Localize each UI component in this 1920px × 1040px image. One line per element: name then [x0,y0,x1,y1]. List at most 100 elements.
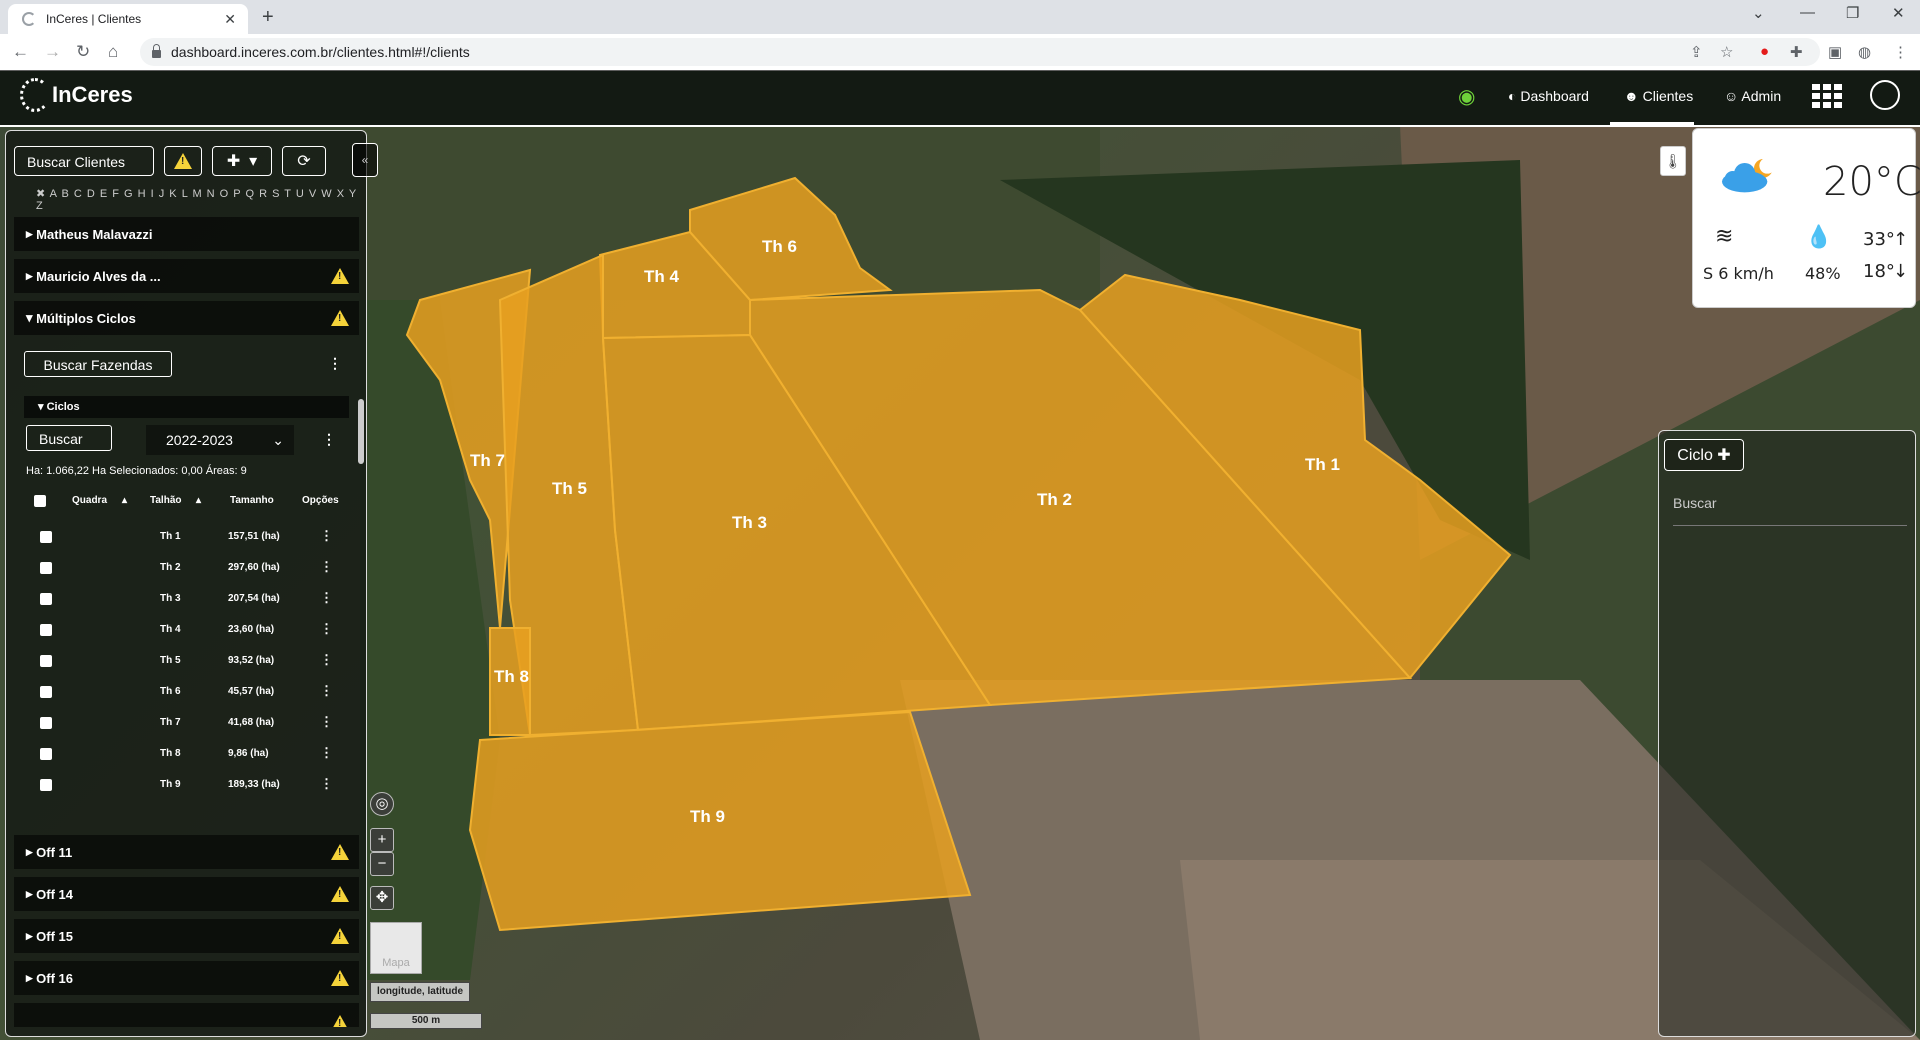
collapse-sidebar-button[interactable]: « [352,143,378,177]
add-dropdown-button[interactable]: ✚ ▾ [212,146,272,176]
table-row[interactable]: Th 3 207,54 (ha) ⋮ [30,585,350,616]
farm-row[interactable]: ▸ Off 16 [14,961,359,995]
side-panel-icon[interactable]: ▣ [1828,43,1842,61]
farm-row[interactable]: ▸ Off 14 [14,877,359,911]
kebab-menu-icon[interactable]: ⋮ [320,683,333,699]
client-row[interactable]: ▸ Matheus Malavazzi [14,217,359,251]
home-icon[interactable]: ⌂ [108,42,118,62]
kebab-menu-icon[interactable]: ⋮ [320,559,333,575]
alphabet-filter[interactable]: ✖ A B C D E F G H I J K L M N O P Q R S … [36,187,366,212]
warning-icon [174,153,192,169]
table-row[interactable]: Th 6 45,57 (ha) ⋮ [30,678,350,709]
chrome-menu-icon[interactable]: ⋮ [1893,43,1908,61]
extensions-icon[interactable]: ✚ [1790,43,1803,61]
kebab-menu-icon[interactable]: ⋮ [322,431,336,448]
close-tab-icon[interactable]: ✕ [224,11,236,28]
app-header: InCeres ◉ ◐ Dashboard ☻ Clientes ☺ Admin [0,70,1920,127]
user-account-icon[interactable] [1870,80,1900,110]
kebab-menu-icon[interactable]: ⋮ [320,745,333,761]
row-checkbox[interactable] [40,686,52,698]
compass-icon[interactable]: ◎ [370,792,394,816]
table-row[interactable]: Th 1 157,51 (ha) ⋮ [30,523,350,554]
warning-icon [331,886,349,902]
share-icon[interactable]: ⇪ [1690,43,1703,61]
warning-icon [331,310,349,326]
col-talhao[interactable]: Talhão [150,495,181,506]
restore-icon[interactable]: ❐ [1846,4,1859,22]
apps-grid-icon[interactable] [1812,84,1842,108]
sidebar-scrollbar[interactable] [358,399,364,464]
kebab-menu-icon[interactable]: ⋮ [320,714,333,730]
bookmark-star-icon[interactable]: ☆ [1720,43,1733,61]
forward-icon[interactable]: → [44,42,61,62]
field-label: Th 2 [1037,490,1072,509]
row-checkbox[interactable] [40,593,52,605]
talhao-cell: Th 7 [160,717,181,728]
nav-admin[interactable]: ☺ Admin [1724,88,1781,104]
kebab-menu-icon[interactable]: ⋮ [328,355,342,372]
cycle-search-input[interactable]: Buscar [1673,495,1907,526]
table-row[interactable]: Th 5 93,52 (ha) ⋮ [30,647,350,678]
row-checkbox[interactable] [40,562,52,574]
zoom-out-button[interactable]: − [370,852,394,876]
pan-move-icon[interactable]: ✥ [370,886,394,910]
refresh-button[interactable]: ⟳ [282,146,326,176]
select-all-checkbox[interactable] [34,495,46,507]
caret-right-icon: ▸ [26,226,37,241]
caret-right-icon: ▸ [26,886,37,901]
browser-tab[interactable]: InCeres | Clientes ✕ [8,4,248,34]
loading-icon [22,12,36,26]
nav-dashboard[interactable]: ◐ Dashboard [1508,88,1589,104]
farm-row[interactable]: ▸ Off 15 [14,919,359,953]
tamanho-cell: 45,57 (ha) [228,686,275,697]
row-checkbox[interactable] [40,531,52,543]
farm-row[interactable] [14,1003,359,1027]
minimize-icon[interactable]: — [1800,4,1815,21]
tab-search-icon[interactable]: ⌄ [1752,4,1765,22]
humidity-drop-icon: 💧 [1805,225,1833,250]
add-cycle-button[interactable]: Ciclo ✚ [1664,439,1744,471]
profile-avatar-icon[interactable]: ◍ [1858,43,1871,61]
farm-row[interactable]: ▸ Off 11 [14,835,359,869]
zoom-in-button[interactable]: + [370,828,394,852]
row-checkbox[interactable] [40,624,52,636]
thermometer-icon[interactable]: 🌡 [1660,146,1686,176]
url-input[interactable]: dashboard.inceres.com.br/clientes.html#!… [140,38,1820,66]
table-row[interactable]: Th 8 9,86 (ha) ⋮ [30,740,350,771]
wifi-icon: ◉ [1458,86,1476,108]
close-window-icon[interactable]: ✕ [1892,4,1905,22]
ciclos-section-header[interactable]: ▾ Ciclos [24,396,349,418]
client-row[interactable]: ▸ Mauricio Alves da ... [14,259,359,293]
back-icon[interactable]: ← [12,42,29,62]
kebab-menu-icon[interactable]: ⋮ [320,652,333,668]
sort-icon: ▴ [122,495,128,506]
map-type-toggle[interactable]: Mapa [370,922,422,974]
client-row-expanded[interactable]: ▾ Múltiplos Ciclos [14,301,359,335]
new-tab-icon[interactable]: + [262,6,274,29]
row-checkbox[interactable] [40,655,52,667]
col-quadra[interactable]: Quadra [72,495,107,506]
row-checkbox[interactable] [40,717,52,729]
opera-icon[interactable]: ● [1760,43,1769,60]
kebab-menu-icon[interactable]: ⋮ [320,528,333,544]
table-row[interactable]: Th 4 23,60 (ha) ⋮ [30,616,350,647]
kebab-menu-icon[interactable]: ⋮ [320,621,333,637]
search-button[interactable]: Buscar [26,425,112,451]
search-farms-button[interactable]: Buscar Fazendas [24,351,172,377]
nav-clientes[interactable]: ☻ Clientes [1624,88,1693,104]
row-checkbox[interactable] [40,779,52,791]
table-row[interactable]: Th 7 41,68 (ha) ⋮ [30,709,350,740]
row-checkbox[interactable] [40,748,52,760]
tamanho-cell: 297,60 (ha) [228,562,280,573]
kebab-menu-icon[interactable]: ⋮ [320,776,333,792]
season-select[interactable]: 2022-2023 ⌄ [146,425,294,455]
caret-down-icon: ▾ [38,401,47,413]
table-row[interactable]: Th 9 189,33 (ha) ⋮ [30,771,350,802]
table-row[interactable]: Th 2 297,60 (ha) ⋮ [30,554,350,585]
search-clients-input[interactable]: Buscar Clientes [14,146,154,176]
alerts-button[interactable] [164,146,202,176]
reload-icon[interactable]: ↻ [76,42,90,62]
inceres-logo[interactable]: InCeres [20,78,133,112]
clients-sidebar: Buscar Clientes ✚ ▾ ⟳ « ✖ A B C D E F G … [5,130,378,1037]
kebab-menu-icon[interactable]: ⋮ [320,590,333,606]
